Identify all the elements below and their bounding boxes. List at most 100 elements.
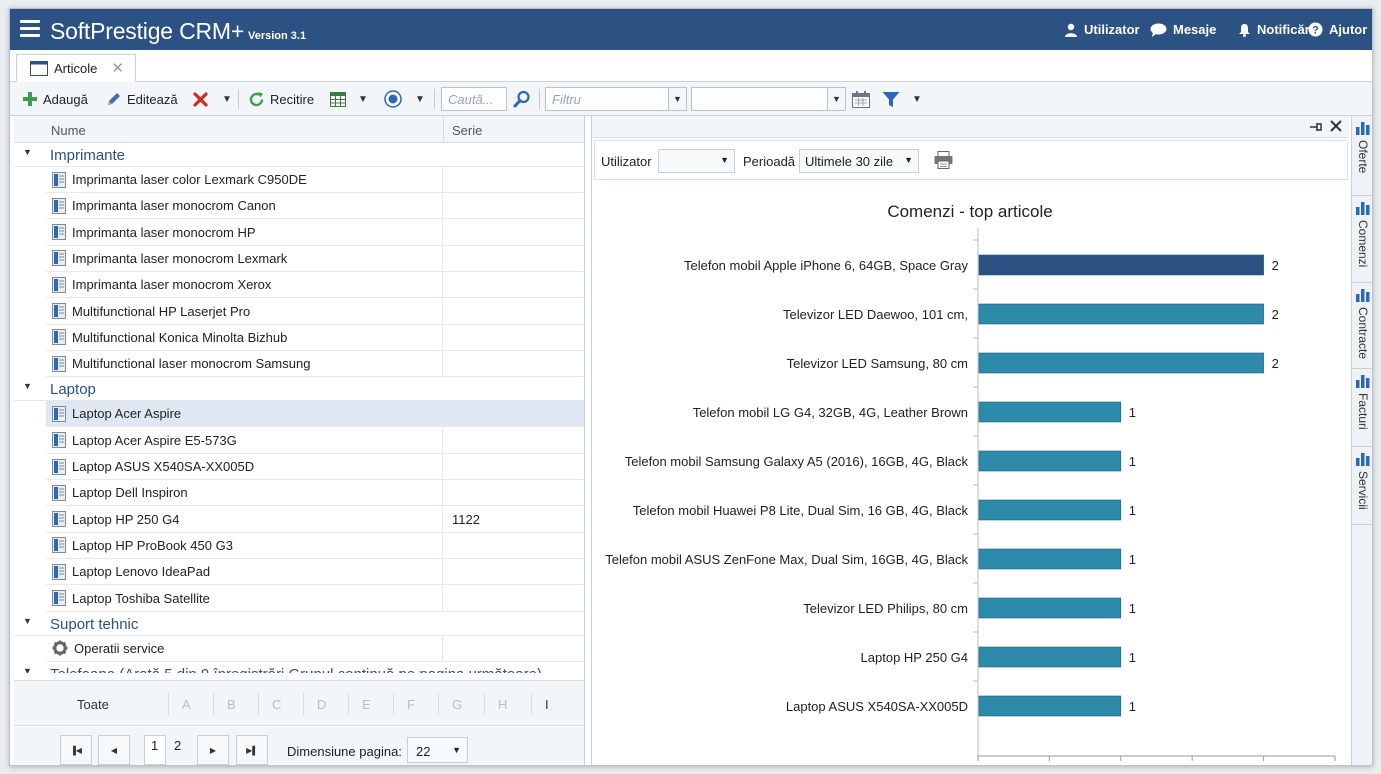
chart-category-label: Telefon mobil ASUS ZenFone Max, Dual Sim… xyxy=(605,552,968,567)
chart-bar[interactable] xyxy=(978,499,1122,521)
cell-serie xyxy=(443,246,584,272)
group-row[interactable]: ▼ Telefoane (Arată 5 din 9 înregistrări G… xyxy=(14,662,584,673)
reload-button[interactable]: Recitire xyxy=(248,82,314,116)
cell-nume: Laptop ASUS X540SA-XX005D xyxy=(46,454,443,480)
column-header-serie[interactable]: Serie xyxy=(452,123,482,138)
side-tab-comenzi[interactable]: Comenzi xyxy=(1352,196,1372,283)
table-row[interactable]: Imprimanta laser monocrom Xerox xyxy=(14,272,584,299)
alpha-filter-letter[interactable]: C xyxy=(272,697,281,712)
chart-data-label: 1 xyxy=(1129,601,1136,616)
chart-bar[interactable] xyxy=(978,401,1122,423)
chevron-down-icon[interactable]: ▼ xyxy=(827,88,845,110)
next-page-button[interactable]: ▶ xyxy=(197,735,229,765)
app-version: Version 3.1 xyxy=(248,30,307,42)
delete-dropdown-button[interactable]: ▼ xyxy=(222,82,232,116)
table-row[interactable]: Laptop ASUS X540SA-XX005D xyxy=(14,454,584,480)
table-row[interactable]: Imprimanta laser monocrom Canon xyxy=(14,193,584,220)
view-mode-dropdown-button[interactable]: ▼ xyxy=(415,82,425,116)
table-row[interactable]: Laptop HP ProBook 450 G3 xyxy=(14,532,584,559)
header-messages-button[interactable]: Mesaje xyxy=(1150,22,1216,37)
tab-close-icon[interactable]: ✕ xyxy=(111,59,124,77)
user-filter-select[interactable]: ▼ xyxy=(658,149,735,173)
search-button[interactable] xyxy=(513,82,536,116)
filter-value-select[interactable]: ▼ xyxy=(691,87,846,111)
page-number-1[interactable]: 1 xyxy=(151,738,158,753)
calendar-button[interactable] xyxy=(852,82,875,116)
columns-button[interactable] xyxy=(330,82,351,116)
pin-icon[interactable] xyxy=(1309,121,1323,133)
table-row[interactable]: Laptop Lenovo IdeaPad xyxy=(14,559,584,586)
alpha-filter-letter[interactable]: D xyxy=(317,697,326,712)
alpha-filter-letter[interactable]: E xyxy=(362,697,371,712)
delete-button[interactable] xyxy=(193,82,213,116)
header-notifications-button[interactable]: Notificări xyxy=(1238,22,1313,37)
chevron-down-icon[interactable]: ▼ xyxy=(668,88,686,110)
hamburger-menu-icon[interactable] xyxy=(20,20,40,38)
side-tab-contracte[interactable]: Contracte xyxy=(1352,283,1372,369)
table-row[interactable]: Imprimanta laser monocrom HP xyxy=(14,219,584,246)
filter-dropdown-button[interactable]: ▼ xyxy=(912,82,922,116)
cell-nume: Imprimanta laser monocrom Lexmark xyxy=(46,245,443,272)
alpha-filter-letter[interactable]: B xyxy=(227,697,236,712)
alpha-divider xyxy=(393,693,394,715)
table-row[interactable]: Multifunctional laser monocrom Samsung xyxy=(14,351,584,378)
filter-select[interactable]: Filtru ▼ xyxy=(545,87,687,111)
chart-bar[interactable] xyxy=(978,548,1122,570)
chart-bar[interactable] xyxy=(978,352,1264,374)
edit-button[interactable]: Editează xyxy=(106,82,178,116)
table-row[interactable]: Multifunctional Konica Minolta Bizhub xyxy=(14,324,584,351)
alpha-filter-letter[interactable]: I xyxy=(545,697,549,712)
alpha-filter-all[interactable]: Toate xyxy=(77,697,109,712)
apply-filter-button[interactable] xyxy=(882,82,905,116)
chart-bar[interactable] xyxy=(978,254,1264,276)
table-row[interactable]: Laptop Acer Aspire xyxy=(14,401,584,428)
side-tab-oferte[interactable]: Oferte xyxy=(1352,116,1372,196)
group-row[interactable]: ▼ Suport tehnic xyxy=(14,612,584,636)
group-collapse-icon[interactable]: ▼ xyxy=(23,381,32,391)
add-button[interactable]: Adaugă xyxy=(22,82,88,116)
table-row[interactable]: Operatii service xyxy=(14,635,584,662)
first-page-button[interactable]: ▐◀ xyxy=(60,735,92,765)
search-input[interactable]: Caută... xyxy=(441,87,507,111)
table-row[interactable]: Laptop HP 250 G4 1122 xyxy=(14,506,584,533)
alpha-filter-letter[interactable]: A xyxy=(182,697,191,712)
group-collapse-icon[interactable]: ▼ xyxy=(23,147,32,157)
print-icon[interactable] xyxy=(934,151,953,169)
grid-body: ▼ Imprimante Imprimanta laser color Lexmar… xyxy=(14,143,584,673)
side-tab-facturi[interactable]: Facturi xyxy=(1352,369,1372,447)
group-row[interactable]: ▼ Imprimante xyxy=(14,143,584,167)
page-number-2[interactable]: 2 xyxy=(174,738,181,753)
column-header-nume[interactable]: Nume xyxy=(51,123,86,138)
alpha-filter-letter[interactable]: G xyxy=(452,697,462,712)
last-page-button[interactable]: ▶▌ xyxy=(236,735,268,765)
tab-articole[interactable]: Articole ✕ xyxy=(16,54,136,82)
product-icon xyxy=(52,171,66,188)
header-user-button[interactable]: Utilizator xyxy=(1064,22,1140,37)
period-filter-select[interactable]: Ultimele 30 zile ▼ xyxy=(799,149,919,173)
side-tab-servicii[interactable]: Servicii xyxy=(1352,447,1372,525)
table-row[interactable]: Laptop Dell Inspiron xyxy=(14,480,584,507)
alpha-filter-letter[interactable]: F xyxy=(407,697,415,712)
group-row[interactable]: ▼ Laptop xyxy=(14,377,584,402)
group-collapse-icon[interactable]: ▼ xyxy=(23,666,32,673)
chart-bar[interactable] xyxy=(978,646,1122,668)
view-mode-button[interactable] xyxy=(384,82,407,116)
table-row[interactable]: Imprimanta laser color Lexmark C950DE xyxy=(14,167,584,193)
header-help-button[interactable]: ? Ajutor xyxy=(1308,22,1367,37)
page-size-select[interactable]: 22 ▼ xyxy=(407,737,468,763)
chart-bar[interactable] xyxy=(978,597,1122,619)
close-panel-icon[interactable] xyxy=(1329,119,1343,133)
article-name: Laptop Toshiba Satellite xyxy=(72,590,210,606)
group-collapse-icon[interactable]: ▼ xyxy=(23,616,32,626)
columns-dropdown-button[interactable]: ▼ xyxy=(358,82,368,116)
previous-page-button[interactable]: ◀ xyxy=(98,735,130,765)
chart-bar[interactable] xyxy=(978,450,1122,472)
table-row[interactable]: Multifunctional HP Laserjet Pro xyxy=(14,298,584,325)
previous-page-icon: ◀ xyxy=(110,745,118,755)
table-row[interactable]: Laptop Acer Aspire E5-573G xyxy=(14,427,584,454)
table-row[interactable]: Imprimanta laser monocrom Lexmark xyxy=(14,245,584,272)
chart-bar[interactable] xyxy=(978,695,1122,717)
chart-bar[interactable] xyxy=(978,303,1264,325)
table-row[interactable]: Laptop Toshiba Satellite xyxy=(14,585,584,612)
alpha-filter-letter[interactable]: H xyxy=(498,697,507,712)
